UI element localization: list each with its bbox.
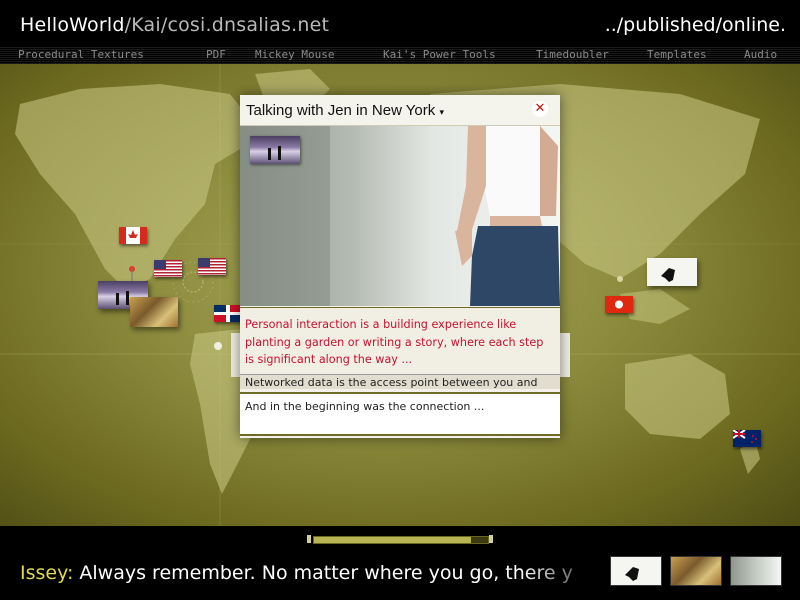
nav-item-procedural-textures[interactable]: Procedural Textures bbox=[18, 48, 144, 61]
ticker-fade bbox=[520, 556, 612, 592]
ticker-message: Always remember. No matter where you go,… bbox=[79, 562, 573, 584]
slider-fill bbox=[314, 537, 471, 543]
footer: Issey: Always remember. No matter where … bbox=[0, 526, 800, 600]
footer-thumbnail-food[interactable] bbox=[670, 556, 722, 586]
popup-photo bbox=[240, 126, 560, 306]
nav-item-timedoubler[interactable]: Timedoubler bbox=[536, 48, 609, 61]
conversation-popup: Talking with Jen in New York ▾ ✕ Persona… bbox=[240, 95, 560, 438]
popup-header: Talking with Jen in New York ▾ ✕ bbox=[240, 95, 560, 126]
chevron-down-icon: ▾ bbox=[439, 107, 444, 117]
popup-title-dropdown[interactable]: Talking with Jen in New York ▾ bbox=[246, 102, 444, 119]
popup-black-text: Networked data is the access point betwe… bbox=[245, 376, 538, 389]
site-name: HelloWorld bbox=[20, 14, 125, 36]
popup-red-message: Personal interaction is a building exper… bbox=[240, 307, 560, 374]
new-zealand-flag-icon[interactable] bbox=[733, 430, 761, 447]
nav-item-mickey-mouse[interactable]: Mickey Mouse bbox=[255, 48, 334, 61]
usa-flag-icon[interactable] bbox=[154, 260, 182, 277]
site-path: /Kai/cosi.dnsalias.net bbox=[124, 14, 330, 36]
nav-bar: Procedural Textures PDF Mickey Mouse Kai… bbox=[0, 46, 800, 64]
ticker-speaker: Issey: bbox=[20, 562, 74, 584]
message-ticker: Issey: Always remember. No matter where … bbox=[20, 562, 573, 584]
map-thumbnail-food[interactable] bbox=[130, 297, 178, 327]
slider-handle-left[interactable] bbox=[307, 535, 311, 543]
map-thumbnail-dancer[interactable] bbox=[647, 258, 697, 286]
canada-flag-icon[interactable] bbox=[119, 227, 147, 244]
published-online-title: ../published/online. bbox=[604, 14, 786, 36]
site-header: HelloWorld/Kai/cosi.dnsalias.net ../publ… bbox=[0, 0, 800, 46]
popup-message-input[interactable]: And in the beginning was the connection … bbox=[240, 392, 560, 436]
popup-side-panel-right bbox=[560, 333, 570, 377]
popup-title: Talking with Jen in New York bbox=[246, 102, 436, 119]
nav-item-audio[interactable]: Audio bbox=[744, 48, 777, 61]
popup-input-text: And in the beginning was the connection … bbox=[245, 400, 485, 413]
footer-thumbnail-dancer[interactable] bbox=[610, 556, 662, 586]
popup-thumbnail-couple[interactable] bbox=[250, 136, 300, 164]
timeline-slider[interactable] bbox=[307, 535, 493, 544]
nav-item-kais-power-tools[interactable]: Kai's Power Tools bbox=[383, 48, 496, 61]
footer-thumbnail-jen[interactable] bbox=[730, 556, 782, 586]
hong-kong-flag-icon[interactable] bbox=[605, 296, 633, 313]
site-title[interactable]: HelloWorld/Kai/cosi.dnsalias.net bbox=[20, 14, 329, 36]
nav-item-templates[interactable]: Templates bbox=[647, 48, 707, 61]
close-icon[interactable]: ✕ bbox=[532, 101, 548, 117]
slider-handle-right[interactable] bbox=[489, 535, 493, 543]
usa-flag-icon[interactable] bbox=[198, 258, 226, 275]
nav-item-pdf[interactable]: PDF bbox=[206, 48, 226, 61]
popup-black-message: Networked data is the access point betwe… bbox=[240, 374, 560, 389]
popup-red-text: Personal interaction is a building exper… bbox=[245, 318, 544, 366]
dominican-republic-flag-icon[interactable] bbox=[214, 305, 242, 322]
